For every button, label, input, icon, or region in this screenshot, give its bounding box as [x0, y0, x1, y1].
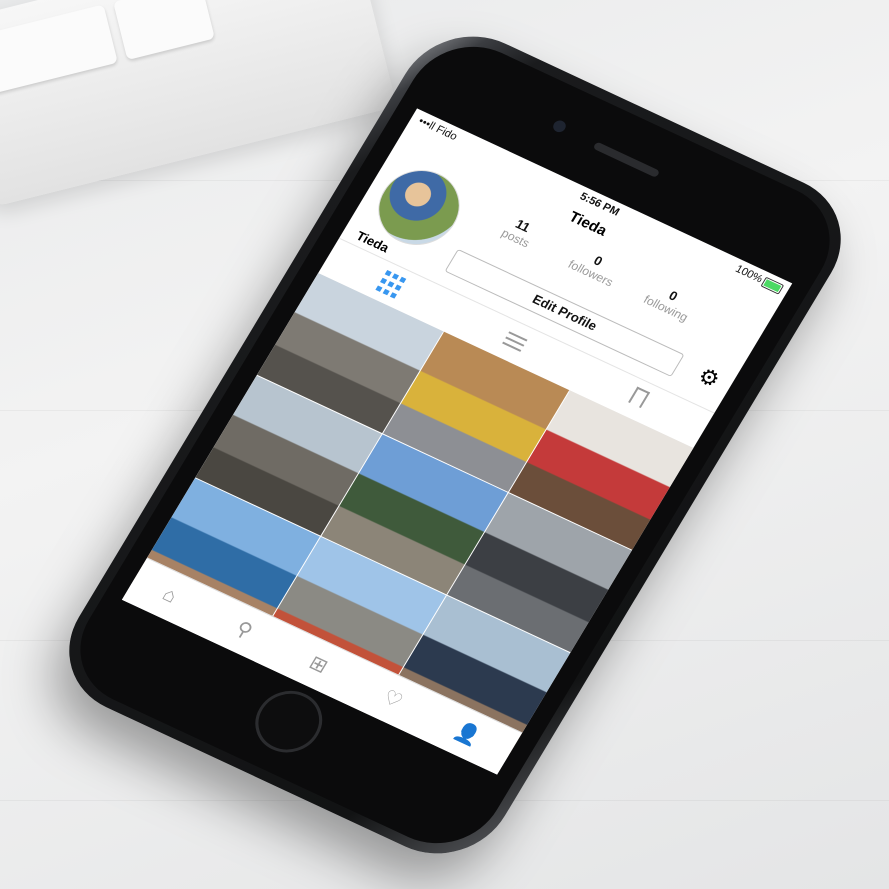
keyboard-key: [0, 4, 118, 97]
home-icon[interactable]: ⌂: [152, 580, 188, 612]
grid-icon[interactable]: [375, 269, 409, 301]
bookmark-icon[interactable]: [625, 386, 659, 418]
earpiece-speaker: [592, 141, 661, 178]
keyboard: [0, 0, 397, 208]
home-button[interactable]: [243, 680, 335, 763]
heart-icon[interactable]: ♡: [375, 684, 411, 716]
search-icon[interactable]: ⚲: [226, 614, 262, 646]
add-icon[interactable]: ⊞: [300, 649, 336, 681]
gear-icon[interactable]: ⚙: [693, 363, 725, 393]
front-camera: [550, 118, 569, 135]
profile-icon[interactable]: 👤: [449, 718, 485, 750]
list-icon[interactable]: [499, 328, 533, 359]
keyboard-key: [113, 0, 215, 61]
